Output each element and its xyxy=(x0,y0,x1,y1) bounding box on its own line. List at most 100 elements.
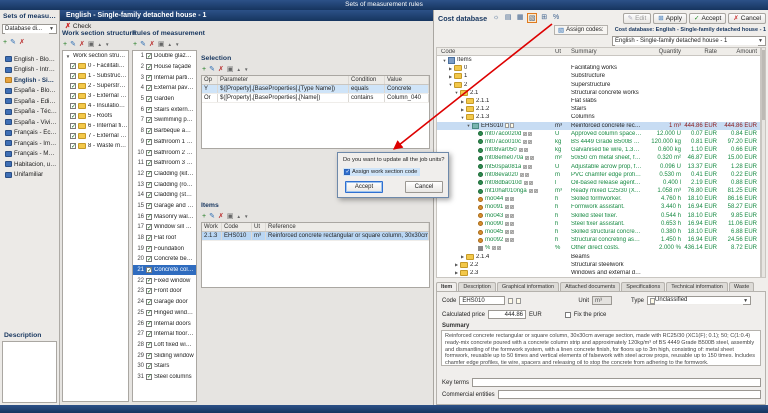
checkbox-icon[interactable] xyxy=(70,83,76,90)
checkbox-icon[interactable] xyxy=(146,106,152,113)
toolbar-icon[interactable]: ▦ xyxy=(515,13,525,23)
tree-scrollbar[interactable] xyxy=(761,47,766,278)
detail-tab[interactable]: Item xyxy=(436,282,458,291)
cost-tree-row[interactable]: ▼ EHS010 m³ Reinforced concrete rectangu… xyxy=(437,121,760,130)
cost-tree-row[interactable]: ▶ 2.1.1 Flat slabs xyxy=(437,97,760,105)
checkbox-icon[interactable] xyxy=(146,64,152,71)
cost-tree-row[interactable]: mt10haf010nga m³ Ready mixed C25/30 (XC1… xyxy=(437,187,760,195)
checkbox-icon[interactable] xyxy=(146,320,152,327)
assign-codes-button[interactable]: ▧ Assign codes: xyxy=(554,25,608,35)
rule-row[interactable]: 23 Front door xyxy=(133,286,196,297)
rule-row[interactable]: 17 Window sill and win xyxy=(133,222,196,233)
checkbox-icon[interactable] xyxy=(146,331,152,338)
checkbox-icon[interactable] xyxy=(146,74,152,81)
checkbox-icon[interactable] xyxy=(146,192,152,199)
checkbox-icon[interactable] xyxy=(146,213,152,220)
rule-set-item[interactable]: English - Block of... xyxy=(2,54,57,65)
cost-tree-row[interactable]: ▶ 0 Facilitating works xyxy=(437,64,760,72)
rule-row[interactable]: 27 Internal floor slab xyxy=(133,329,196,340)
rule-row[interactable]: 2 House façade xyxy=(133,62,196,73)
toolbar-icon[interactable]: ▣ xyxy=(158,40,165,49)
checkbox-icon[interactable] xyxy=(146,85,152,92)
selection-row[interactable]: Y $([Property],[BaseProperties],[Type Na… xyxy=(202,85,429,94)
work-section-item[interactable]: 3 - External and in xyxy=(63,91,128,101)
header-button[interactable]: ✎ Edit xyxy=(622,12,652,24)
rule-row[interactable]: 4 External paving / Ou xyxy=(133,83,196,94)
checkbox-icon[interactable] xyxy=(70,123,76,130)
rule-set-item[interactable]: Habitacion, unifa... xyxy=(2,159,57,170)
checkbox-icon[interactable] xyxy=(146,299,152,306)
commercial-entities-field[interactable] xyxy=(497,390,761,399)
header-button[interactable]: ✗ Cancel xyxy=(728,12,766,24)
expander-icon[interactable]: ▶ xyxy=(447,66,454,71)
cost-tree-row[interactable]: ▼ 2.1.3 Columns xyxy=(437,113,760,121)
rule-row[interactable]: 10 Bathroom 2 claddin xyxy=(133,147,196,158)
checkbox-icon[interactable] xyxy=(146,181,152,188)
rule-row[interactable]: 3 Internal partitions xyxy=(133,72,196,83)
toolbar-icon[interactable]: ☼ xyxy=(491,13,501,23)
rule-row[interactable]: 15 Garage and storero xyxy=(133,201,196,212)
rule-row[interactable]: 6 Stairs external pavin xyxy=(133,104,196,115)
toolbar-icon[interactable]: ✎ xyxy=(140,40,146,49)
rule-row[interactable]: 9 Bathroom 1 claddin xyxy=(133,137,196,148)
toolbar-icon[interactable]: ▼ xyxy=(244,212,248,221)
toolbar-icon[interactable]: ⊞ xyxy=(539,13,549,23)
expander-icon[interactable]: ▶ xyxy=(453,270,460,275)
rule-row[interactable]: 14 Cladding (storeroo xyxy=(133,190,196,201)
cost-tree-row[interactable]: ▶ 2.1.2 Stairs xyxy=(437,105,760,113)
checkbox-icon[interactable] xyxy=(146,224,152,231)
toolbar-icon[interactable]: ▧ xyxy=(527,13,538,23)
toolbar-icon[interactable]: + xyxy=(3,38,7,47)
checkbox-icon[interactable] xyxy=(146,309,152,316)
checkbox-icon[interactable] xyxy=(146,277,152,284)
toolbar-icon[interactable]: + xyxy=(63,40,67,49)
toolbar-icon[interactable]: ✗ xyxy=(149,40,155,49)
detail-tab[interactable]: Specifications xyxy=(621,282,666,291)
rule-row[interactable]: 22 Fixed window xyxy=(133,275,196,286)
cost-tree-row[interactable]: mo092 h Structural concreting assistant.… xyxy=(437,236,760,244)
rule-row[interactable]: 5 Garden xyxy=(133,94,196,105)
expander-icon[interactable]: ▼ xyxy=(65,54,71,59)
work-section-item[interactable]: 4 - Insulation and xyxy=(63,101,128,111)
rule-row[interactable]: 26 Internal doors xyxy=(133,318,196,329)
code-field[interactable]: EHS010 xyxy=(459,296,506,305)
toolbar-icon[interactable]: ▲ xyxy=(236,65,240,74)
cost-tree-row[interactable]: ▼ Items xyxy=(437,56,760,64)
toolbar-icon[interactable]: ▼ xyxy=(175,40,179,49)
rule-set-item[interactable]: España - Técnic... xyxy=(2,107,57,118)
checkbox-icon[interactable] xyxy=(70,63,76,70)
rule-row[interactable]: 13 Cladding (rooms an xyxy=(133,179,196,190)
rule-row[interactable]: 12 Cladding (kitchen a xyxy=(133,169,196,180)
selection-row[interactable]: Or $([Property],[BaseProperties],[Name])… xyxy=(202,94,429,103)
expander-icon[interactable]: ▼ xyxy=(465,123,472,128)
cost-tree-row[interactable]: ▼ 2 Superstructure xyxy=(437,81,760,89)
checkbox-icon[interactable] xyxy=(146,160,152,167)
checkbox-icon[interactable] xyxy=(146,170,152,177)
rule-row[interactable]: 29 Sliding window xyxy=(133,350,196,361)
checkbox-icon[interactable] xyxy=(70,93,76,100)
checkbox-icon[interactable] xyxy=(146,117,152,124)
cost-tree-row[interactable]: ▶ 1 Substructure xyxy=(437,72,760,80)
rule-set-item[interactable]: English - Single-f... xyxy=(2,75,57,86)
calculated-price-field[interactable]: 444.86 xyxy=(488,310,527,319)
expander-icon[interactable]: ▶ xyxy=(459,99,466,104)
toolbar-icon[interactable]: ▼ xyxy=(244,65,248,74)
checkbox-icon[interactable] xyxy=(146,245,152,252)
header-button[interactable]: ⊞ Apply xyxy=(653,12,687,24)
work-section-item[interactable]: 7 - External finish xyxy=(63,131,128,141)
expander-icon[interactable]: ▼ xyxy=(453,90,460,95)
checkbox-icon[interactable] xyxy=(146,373,152,380)
toolbar-icon[interactable]: ✎ xyxy=(70,40,76,49)
copy-code-icon[interactable] xyxy=(508,297,514,304)
accept-button[interactable]: Accept xyxy=(345,181,383,193)
work-section-item[interactable]: 2 - Superstructure xyxy=(63,81,128,91)
detail-tab[interactable]: Description xyxy=(458,282,496,291)
rule-row[interactable]: 18 Flat roof xyxy=(133,233,196,244)
toolbar-icon[interactable]: + xyxy=(202,212,206,221)
toolbar-icon[interactable]: ✎ xyxy=(10,38,16,47)
cost-tree-row[interactable]: mt08eme070a m² 50x50 cm metal sheet, for… xyxy=(437,154,760,162)
detail-tab[interactable]: Graphical information xyxy=(496,282,560,291)
cost-tree-row[interactable]: ▼ 2.1 Structural concrete works xyxy=(437,89,760,97)
item-row[interactable]: 2.1.3 EHS010 m³ Reinforced concrete rect… xyxy=(202,232,429,241)
cost-tree-row[interactable]: mo044 h Skilled formworker. 4.760 h 18.1… xyxy=(437,195,760,203)
